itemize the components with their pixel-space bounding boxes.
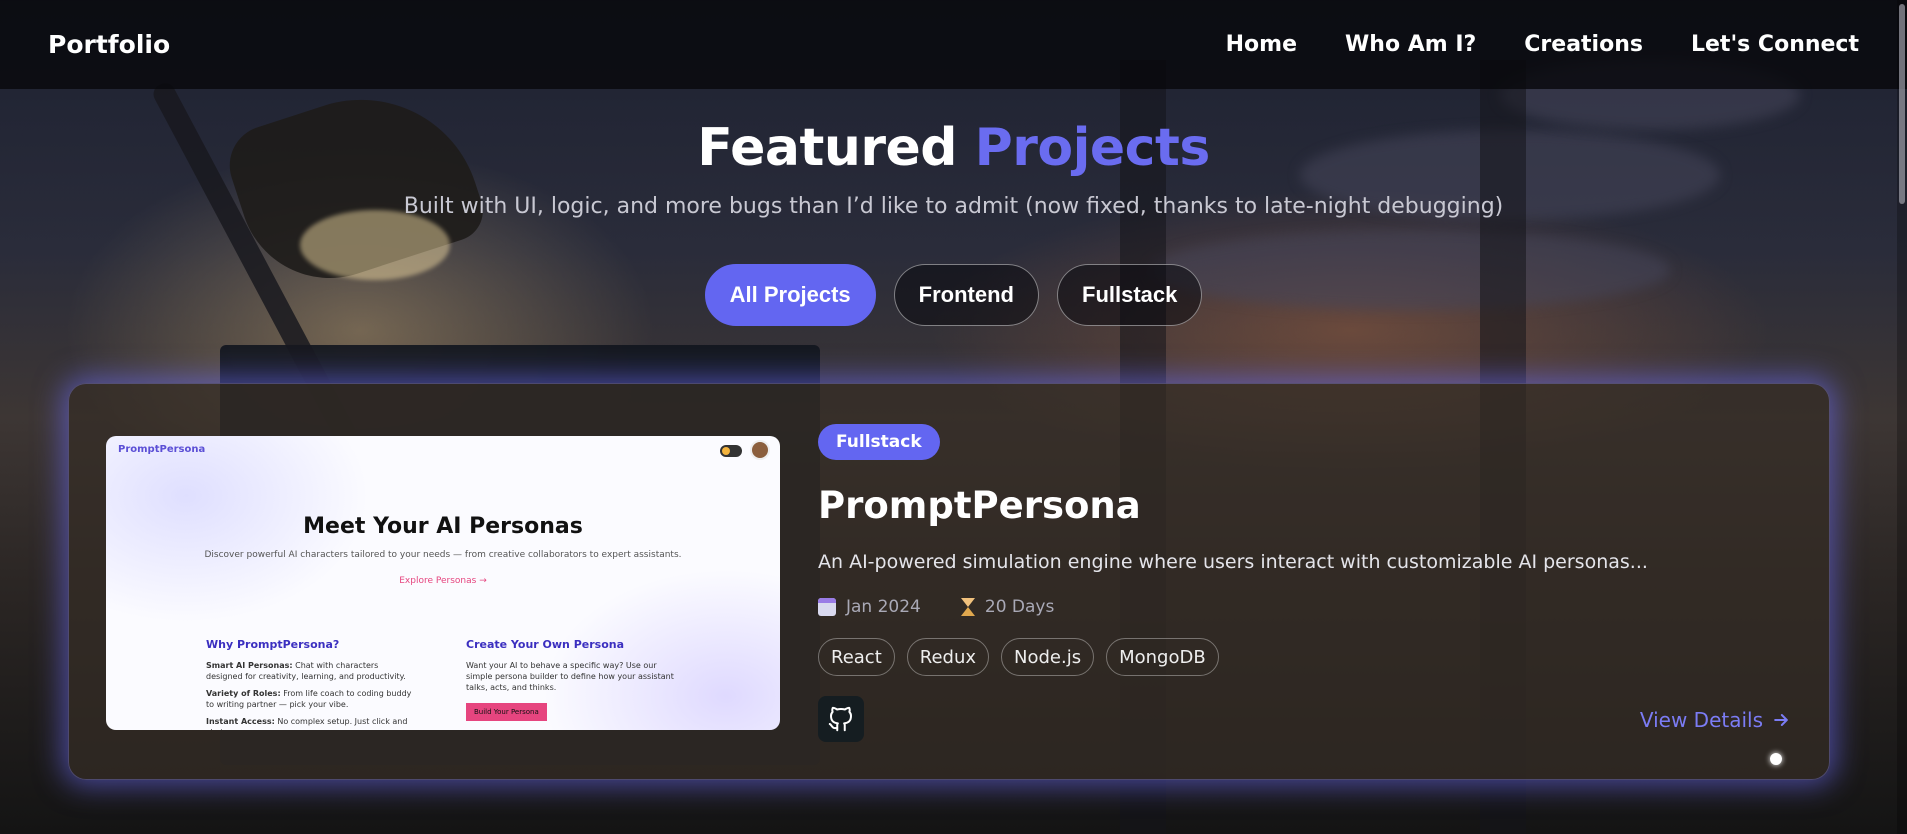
calendar-icon [818,598,836,616]
screenshot-right-text: Want your AI to behave a specific way? U… [466,661,674,692]
project-description: An AI-powered simulation engine where us… [818,551,1648,573]
theme-toggle-icon [720,445,742,457]
category-badge: Fullstack [818,424,940,460]
tech-tag-redux: Redux [906,638,990,676]
navbar: Portfolio Home Who Am I? Creations Let's… [0,0,1907,89]
avatar [750,440,770,460]
filter-fullstack[interactable]: Fullstack [1057,264,1203,326]
page-title: Featured Projects [0,118,1907,178]
screenshot-description: Discover powerful AI characters tailored… [204,550,682,560]
github-button[interactable] [818,696,864,742]
screenshot-feature: Variety of Roles: From life coach to cod… [206,689,412,709]
screenshot-title: Meet Your AI Personas [303,514,583,539]
project-duration: 20 Days [960,597,1055,617]
hourglass-icon [960,598,975,616]
page-title-main: Featured [697,118,957,178]
screenshot-brand: PromptPersona [118,444,206,455]
brand-logo[interactable]: Portfolio [48,30,170,59]
project-title: PromptPersona [818,484,1141,527]
page-title-accent: Projects [974,118,1211,178]
filter-frontend[interactable]: Frontend [893,264,1039,326]
screenshot-left-heading: Why PromptPersona? [206,638,340,651]
screenshot-right-heading: Create Your Own Persona [466,638,625,651]
project-card: PromptPersona Meet Your AI Personas Disc… [68,383,1830,780]
carousel-dot[interactable] [1770,753,1782,765]
project-date: Jan 2024 [818,597,921,617]
project-filters: All Projects Frontend Fullstack [0,264,1907,326]
project-duration-text: 20 Days [984,597,1055,617]
nav-links: Home Who Am I? Creations Let's Connect [1226,32,1859,57]
tech-tag-react: React [818,638,895,676]
project-screenshot[interactable]: PromptPersona Meet Your AI Personas Disc… [106,436,780,730]
screenshot-link: Explore Personas → [399,576,487,586]
screenshot-feature: Instant Access: No complex setup. Just c… [206,717,408,730]
tech-tag-nodejs: Node.js [1001,638,1095,676]
project-meta: Jan 2024 20 Days [818,597,1054,617]
page-subtitle: Built with UI, logic, and more bugs than… [403,194,1504,219]
filter-all-projects[interactable]: All Projects [704,264,876,326]
screenshot-build-button: Build Your Persona [466,703,547,721]
screenshot-right-column: Create Your Own Persona Want your AI to … [466,638,676,721]
tech-tags: React Redux Node.js MongoDB [818,638,1219,676]
view-details-label: View Details [1639,708,1763,732]
screenshot-left-column: Why PromptPersona? Smart AI Personas: Ch… [206,638,416,730]
scrollbar-track[interactable] [1897,0,1907,834]
nav-link-home[interactable]: Home [1226,32,1297,57]
scrollbar-thumb[interactable] [1899,4,1905,204]
nav-link-who-am-i[interactable]: Who Am I? [1345,32,1476,57]
project-date-text: Jan 2024 [846,597,921,617]
arrow-right-icon [1774,714,1788,726]
tech-tag-mongodb: MongoDB [1106,638,1219,676]
screenshot-feature: Smart AI Personas: Chat with characters … [206,661,406,681]
view-details-link[interactable]: View Details [1640,708,1791,732]
projects-hero: Featured Projects Built with UI, logic, … [0,118,1907,219]
nav-link-creations[interactable]: Creations [1524,32,1643,57]
nav-link-lets-connect[interactable]: Let's Connect [1691,32,1859,57]
github-icon [828,706,852,732]
